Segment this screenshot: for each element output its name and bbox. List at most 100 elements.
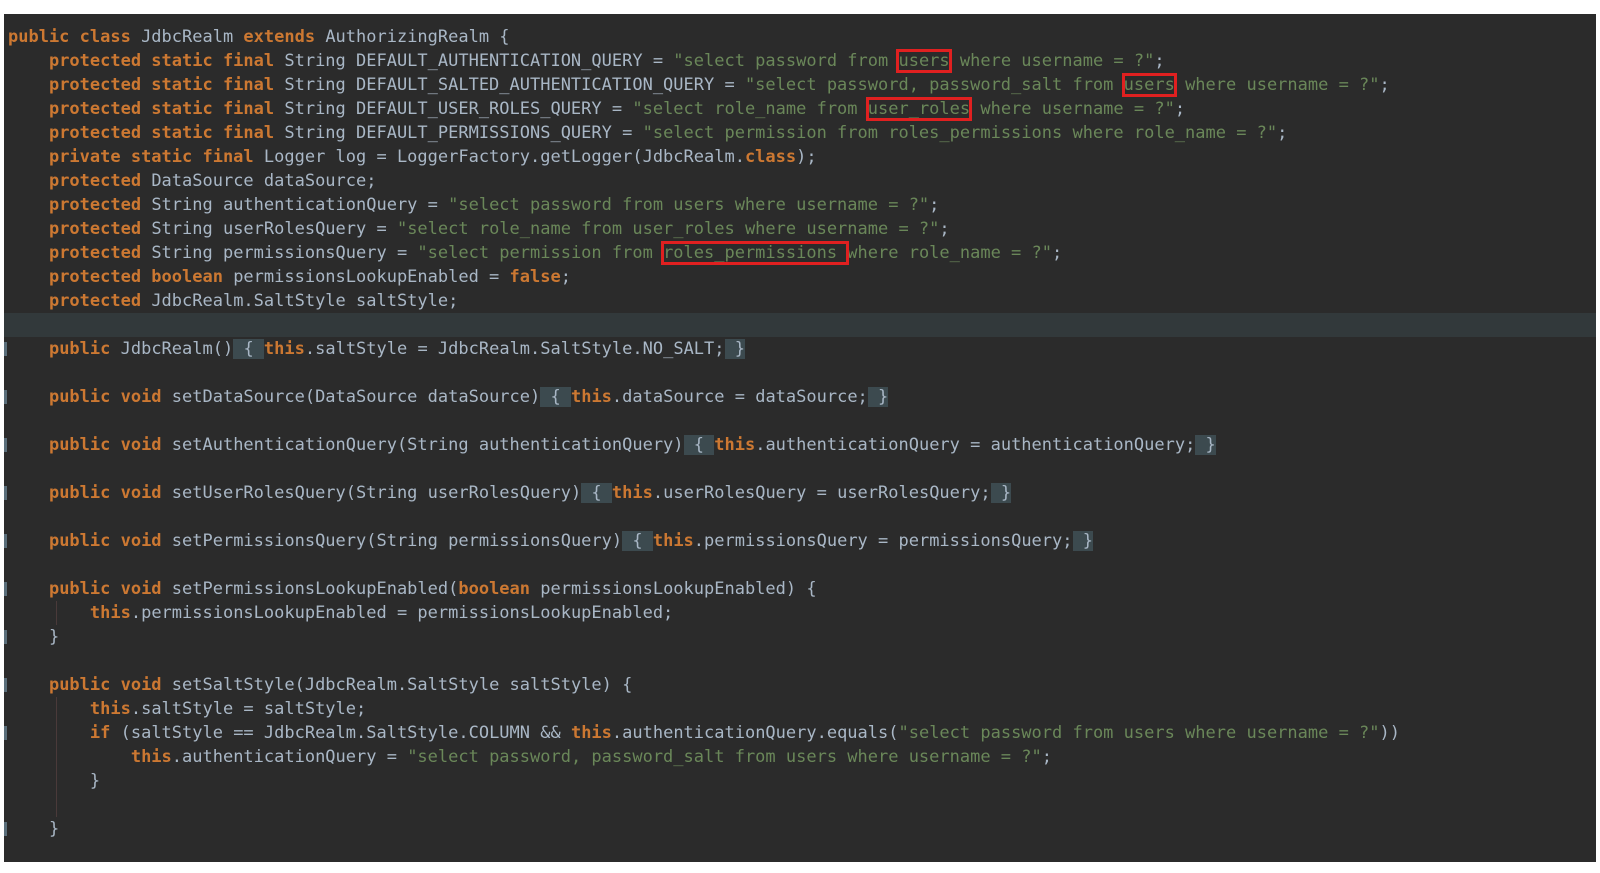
code-line[interactable]: if (saltStyle == JdbcRealm.SaltStyle.COL… <box>4 721 1596 745</box>
code-token: (saltStyle == JdbcRealm.SaltStyle.COLUMN… <box>110 723 571 743</box>
code-line[interactable]: public void setPermissionsQuery(String p… <box>4 529 1596 553</box>
keyword-token: this <box>652 531 694 551</box>
code-line[interactable]: protected String userRolesQuery = "selec… <box>4 217 1596 241</box>
keyword-token: boolean <box>458 579 531 599</box>
code-line[interactable] <box>4 313 1596 337</box>
code-text: public JdbcRealm() { this.saltStyle = Jd… <box>8 337 745 361</box>
code-text: public void setUserRolesQuery(String use… <box>8 481 1012 505</box>
code-token: String DEFAULT_PERMISSIONS_QUERY = <box>274 123 643 143</box>
fold-gutter-icon[interactable] <box>4 486 7 500</box>
code-line[interactable] <box>4 361 1596 385</box>
keyword-token: protected static final <box>48 123 275 143</box>
code-text: protected static final String DEFAULT_US… <box>8 97 1185 121</box>
fold-gutter-icon[interactable] <box>4 534 7 548</box>
keyword-token: this <box>714 435 756 455</box>
code-line[interactable] <box>4 409 1596 433</box>
code-text: protected JdbcRealm.SaltStyle saltStyle; <box>8 289 458 313</box>
keyword-token: public void <box>48 483 162 503</box>
code-token: permissionsLookupEnabled) { <box>530 579 817 599</box>
code-token: .authenticationQuery = <box>171 747 408 767</box>
fold-gutter-icon[interactable] <box>4 678 7 692</box>
code-token: )) <box>1379 723 1401 743</box>
fold-gutter-icon[interactable] <box>4 582 7 596</box>
keyword-token: class <box>744 147 797 167</box>
keyword-token: protected <box>48 195 142 215</box>
code-line[interactable]: public class JdbcRealm extends Authorizi… <box>4 25 1596 49</box>
code-text: protected static final String DEFAULT_SA… <box>8 73 1390 97</box>
code-token: String DEFAULT_USER_ROLES_QUERY = <box>274 99 633 119</box>
string-token: "select password, password_salt from <box>744 75 1124 95</box>
keyword-token: this <box>570 723 612 743</box>
code-line[interactable]: protected boolean permissionsLookupEnabl… <box>4 265 1596 289</box>
folded-block-marker: { <box>581 483 612 503</box>
code-token: AuthorizingRealm { <box>315 27 510 47</box>
fold-gutter-icon[interactable] <box>4 726 7 740</box>
code-line[interactable] <box>4 793 1596 817</box>
code-line[interactable]: private static final Logger log = Logger… <box>4 145 1596 169</box>
keyword-token: extends <box>243 27 316 47</box>
code-line[interactable]: protected DataSource dataSource; <box>4 169 1596 193</box>
fold-gutter-icon[interactable] <box>4 438 7 452</box>
fold-gutter-icon[interactable] <box>4 630 7 644</box>
fold-gutter-icon[interactable] <box>4 390 7 404</box>
string-token: "select permission from <box>417 243 664 263</box>
code-editor[interactable]: public class JdbcRealm extends Authorizi… <box>4 14 1596 862</box>
string-token: "select password from <box>673 51 899 71</box>
code-line[interactable]: public JdbcRealm() { this.saltStyle = Jd… <box>4 337 1596 361</box>
code-line[interactable]: public void setAuthenticationQuery(Strin… <box>4 433 1596 457</box>
indent-guide <box>56 697 57 817</box>
code-token: setPermissionsQuery(String permissionsQu… <box>161 531 623 551</box>
code-line[interactable] <box>4 457 1596 481</box>
code-line[interactable]: protected String authenticationQuery = "… <box>4 193 1596 217</box>
code-token: JdbcRealm() <box>110 339 234 359</box>
code-text: protected static final String DEFAULT_AU… <box>8 49 1165 73</box>
string-token: "select role_name from user_roles where … <box>396 219 940 239</box>
fold-gutter-icon[interactable] <box>4 342 7 356</box>
code-token: ; <box>939 219 950 239</box>
code-line[interactable]: protected static final String DEFAULT_AU… <box>4 49 1596 73</box>
code-line[interactable]: protected String permissionsQuery = "sel… <box>4 241 1596 265</box>
code-line[interactable]: public void setPermissionsLookupEnabled(… <box>4 577 1596 601</box>
code-line[interactable]: this.saltStyle = saltStyle; <box>4 697 1596 721</box>
code-text: protected DataSource dataSource; <box>8 169 377 193</box>
fold-gutter-icon[interactable] <box>4 822 7 836</box>
code-line[interactable] <box>4 649 1596 673</box>
keyword-token: this <box>89 699 131 719</box>
code-line[interactable]: } <box>4 817 1596 841</box>
code-token: String DEFAULT_SALTED_AUTHENTICATION_QUE… <box>274 75 745 95</box>
keyword-token: protected boolean <box>48 267 223 287</box>
folded-block-marker: } <box>990 483 1012 503</box>
code-token: ; <box>1379 75 1390 95</box>
code-line[interactable]: this.authenticationQuery = "select passw… <box>4 745 1596 769</box>
code-line[interactable]: protected static final String DEFAULT_PE… <box>4 121 1596 145</box>
code-token: ; <box>560 267 571 287</box>
code-line[interactable]: protected static final String DEFAULT_SA… <box>4 73 1596 97</box>
code-line[interactable]: } <box>4 769 1596 793</box>
keyword-token: public <box>48 339 111 359</box>
code-line[interactable]: protected JdbcRealm.SaltStyle saltStyle; <box>4 289 1596 313</box>
keyword-token: public void <box>48 675 162 695</box>
code-token: .permissionsLookupEnabled = permissionsL… <box>130 603 674 623</box>
code-line[interactable]: } <box>4 625 1596 649</box>
code-line[interactable]: this.permissionsLookupEnabled = permissi… <box>4 601 1596 625</box>
code-text: private static final Logger log = Logger… <box>8 145 817 169</box>
folded-block-marker: } <box>724 339 745 359</box>
keyword-token: this <box>570 387 612 407</box>
code-line[interactable] <box>4 505 1596 529</box>
folded-block-marker: } <box>867 387 889 407</box>
code-line[interactable]: public void setUserRolesQuery(String use… <box>4 481 1596 505</box>
code-text: public class JdbcRealm extends Authorizi… <box>8 25 510 49</box>
code-line[interactable]: public void setSaltStyle(JdbcRealm.SaltS… <box>4 673 1596 697</box>
code-line[interactable] <box>4 553 1596 577</box>
string-token: "select password from users where userna… <box>898 723 1380 743</box>
code-line[interactable]: protected static final String DEFAULT_US… <box>4 97 1596 121</box>
code-token: .authenticationQuery.equals( <box>611 723 899 743</box>
code-token: setSaltStyle(JdbcRealm.SaltStyle saltSty… <box>161 675 633 695</box>
code-line[interactable]: public void setDataSource(DataSource dat… <box>4 385 1596 409</box>
